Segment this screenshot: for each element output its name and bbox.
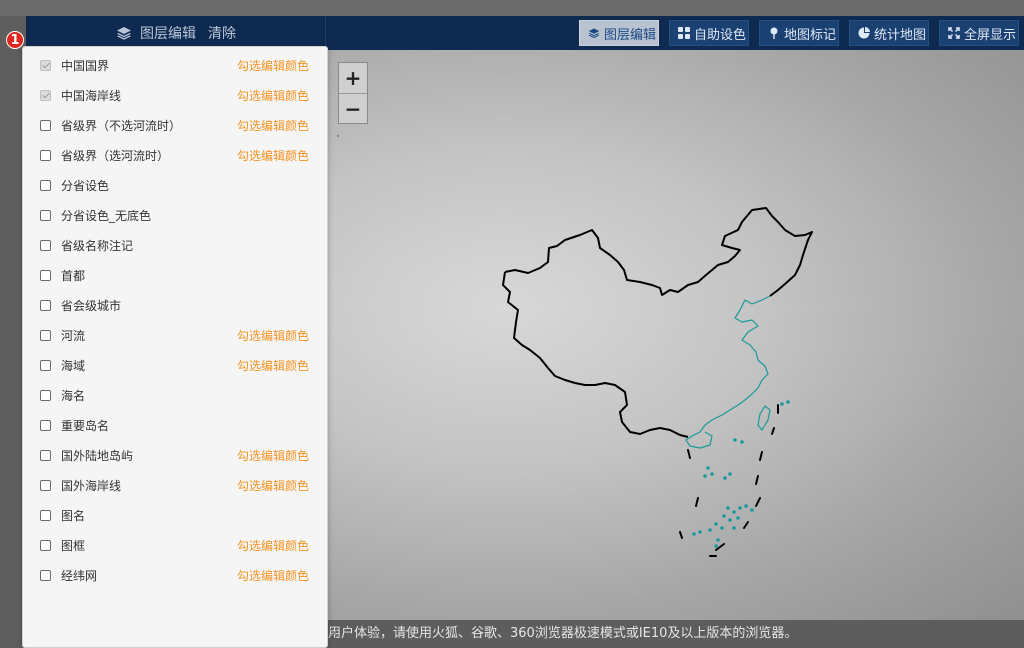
edit-color-link[interactable]: 勾选编辑颜色	[237, 357, 309, 374]
layer-row[interactable]: 海域 勾选编辑颜色	[23, 350, 329, 380]
layer-label: 省会级城市	[61, 298, 122, 313]
layer-checkbox[interactable]	[40, 239, 51, 251]
layer-checkbox[interactable]	[40, 329, 51, 341]
edit-color-link[interactable]: 勾选编辑颜色	[237, 87, 309, 104]
edit-color-link[interactable]: 勾选编辑颜色	[237, 327, 309, 344]
fullscreen-button-label: 全屏显示	[964, 27, 1017, 43]
layer-toolbar-group: 图层编辑 清除	[26, 16, 326, 50]
layer-checkbox[interactable]	[40, 359, 51, 371]
edit-color-link[interactable]: 勾选编辑颜色	[237, 447, 309, 464]
layer-checkbox[interactable]	[40, 179, 51, 191]
statistics-map-button-label: 统计地图	[874, 27, 927, 43]
layer-label: 中国国界	[61, 58, 110, 73]
layer-checkbox[interactable]	[40, 89, 51, 101]
layer-checkbox[interactable]	[40, 539, 51, 551]
layer-row[interactable]: 图框 勾选编辑颜色	[23, 530, 329, 560]
layer-checkbox[interactable]	[40, 59, 51, 71]
layer-row[interactable]: 省级界（选河流时） 勾选编辑颜色	[23, 140, 329, 170]
edit-color-link[interactable]: 勾选编辑颜色	[237, 57, 309, 74]
statistics-map-button[interactable]: 统计地图	[849, 20, 929, 46]
edit-color-link[interactable]: 勾选编辑颜色	[237, 567, 309, 584]
layer-label: 分省设色	[61, 178, 110, 193]
pin-icon	[768, 27, 780, 39]
china-border-line	[504, 207, 813, 297]
layers-icon	[588, 27, 600, 39]
layer-row[interactable]: 河流 勾选编辑颜色	[23, 320, 329, 350]
layer-checkbox[interactable]	[40, 299, 51, 311]
fullscreen-button[interactable]: 全屏显示	[939, 20, 1019, 46]
layer-edit-button[interactable]: 图层编辑	[579, 20, 659, 46]
layer-label: 图框	[61, 538, 86, 553]
layer-row[interactable]: 分省设色_无底色	[23, 200, 329, 230]
layer-label: 经纬网	[61, 568, 98, 583]
layers-icon	[116, 26, 132, 40]
layer-label: 重要岛名	[61, 418, 110, 433]
layer-edit-title[interactable]: 图层编辑	[140, 23, 196, 43]
layer-row[interactable]: 中国国界 勾选编辑颜色	[23, 50, 329, 80]
layer-label: 省级名称注记	[61, 238, 134, 253]
close-icon[interactable]: ✕	[328, 620, 1016, 648]
layer-row[interactable]: 国外陆地岛屿 勾选编辑颜色	[23, 440, 329, 470]
layer-label: 分省设色_无底色	[61, 208, 152, 223]
layer-checkbox[interactable]	[40, 449, 51, 461]
layer-checkbox[interactable]	[40, 509, 51, 521]
fullscreen-icon	[948, 27, 960, 39]
edit-color-link[interactable]: 勾选编辑颜色	[237, 537, 309, 554]
layer-checkbox[interactable]	[40, 149, 51, 161]
layer-row[interactable]: 省级界（不选河流时） 勾选编辑颜色	[23, 110, 329, 140]
map-marker-button[interactable]: 地图标记	[759, 20, 839, 46]
layer-label: 省级界（选河流时）	[61, 148, 170, 163]
layer-checkbox[interactable]	[40, 389, 51, 401]
china-border-line-west	[502, 271, 689, 438]
layer-label: 图名	[61, 508, 86, 523]
self-coloring-button[interactable]: 自助设色	[669, 20, 749, 46]
layer-checkbox[interactable]	[40, 419, 51, 431]
clear-button[interactable]: 清除	[208, 23, 236, 43]
layer-checkbox[interactable]	[40, 269, 51, 281]
layer-label: 国外海岸线	[61, 478, 122, 493]
edit-color-link[interactable]: 勾选编辑颜色	[237, 477, 309, 494]
layer-checkbox[interactable]	[40, 209, 51, 221]
layer-checkbox[interactable]	[40, 569, 51, 581]
taiwan-outline	[757, 405, 771, 432]
layer-edit-button-label: 图层编辑	[604, 27, 657, 43]
layer-row[interactable]: 分省设色	[23, 170, 329, 200]
south-sea-islands	[692, 400, 790, 548]
layer-row[interactable]: 省级名称注记	[23, 230, 329, 260]
layer-label: 河流	[61, 328, 86, 343]
layer-row[interactable]: 省会级城市	[23, 290, 329, 320]
layer-label: 首都	[61, 268, 86, 283]
toolbar-divider	[325, 16, 326, 50]
layer-label: 省级界（不选河流时）	[61, 118, 182, 133]
layer-label: 中国海岸线	[61, 88, 122, 103]
self-coloring-button-label: 自助设色	[694, 27, 747, 43]
layer-label: 海名	[61, 388, 86, 403]
top-strip	[0, 0, 1024, 16]
layer-row[interactable]: 中国海岸线 勾选编辑颜色	[23, 80, 329, 110]
layer-label: 国外陆地岛屿	[61, 448, 134, 463]
layer-row[interactable]: 海名	[23, 380, 329, 410]
layer-row[interactable]: 经纬网 勾选编辑颜色	[23, 560, 329, 590]
layer-panel: 中国国界 勾选编辑颜色 中国海岸线 勾选编辑颜色 省级界（不选河流时） 勾选编辑颜色 省级界…	[22, 46, 328, 648]
edit-color-link[interactable]: 勾选编辑颜色	[237, 117, 309, 134]
layer-checkbox[interactable]	[40, 119, 51, 131]
layer-row[interactable]: 图名	[23, 500, 329, 530]
pie-chart-icon	[858, 27, 870, 39]
layer-row[interactable]: 首都	[23, 260, 329, 290]
edit-color-link[interactable]: 勾选编辑颜色	[237, 147, 309, 164]
layer-checkbox[interactable]	[40, 479, 51, 491]
layer-label: 海域	[61, 358, 86, 373]
grid-icon	[678, 27, 690, 39]
layer-row[interactable]: 重要岛名	[23, 410, 329, 440]
map-dot	[336, 134, 340, 138]
map-marker-button-label: 地图标记	[784, 27, 837, 43]
step-badge: 1	[6, 31, 24, 49]
layer-row[interactable]: 国外海岸线 勾选编辑颜色	[23, 470, 329, 500]
